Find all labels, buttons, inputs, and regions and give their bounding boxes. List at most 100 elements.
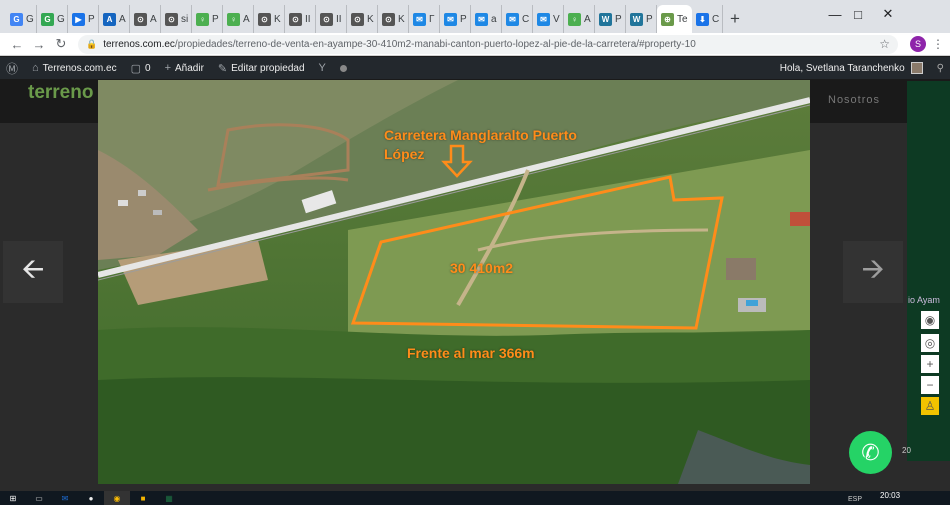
tab-title: P xyxy=(615,13,622,25)
wp-site-link[interactable]: ⌂ Terrenos.com.ec xyxy=(32,62,117,74)
browser-tab[interactable]: WP xyxy=(626,5,657,33)
browser-tab[interactable]: ⊙ K xyxy=(347,5,378,33)
wp-comments-link[interactable]: ▢ 0 xyxy=(131,62,151,75)
browser-tab[interactable]: ⊙ si xyxy=(161,5,192,33)
chrome-icon[interactable]: ◉ xyxy=(104,491,130,505)
browser-tab[interactable]: WP xyxy=(595,5,626,33)
task-view-icon[interactable]: ▭ xyxy=(26,491,52,505)
tab-title: II xyxy=(305,13,311,25)
tab-title: C xyxy=(712,13,720,25)
tab-favicon-icon: ⊕ xyxy=(661,12,674,26)
wp-logo-icon[interactable]: Ⓜ xyxy=(6,60,18,77)
tab-favicon-icon: ⊙ xyxy=(351,12,364,26)
map-globe-icon[interactable]: ◉ xyxy=(921,311,939,329)
search-icon[interactable]: ⚲ xyxy=(937,63,944,74)
yoast-icon[interactable]: Y xyxy=(319,62,326,74)
whatsapp-icon[interactable]: ✆ xyxy=(849,431,892,474)
reload-icon[interactable]: ↻ xyxy=(50,36,72,52)
browser-tab[interactable]: ✉ V xyxy=(533,5,564,33)
tab-favicon-icon: A xyxy=(103,12,116,26)
browser-tab[interactable]: ⊙ A xyxy=(130,5,161,33)
browser-tab[interactable]: ✉ Г xyxy=(409,5,440,33)
map-zoom-out-button[interactable]: − xyxy=(921,376,939,394)
map-zoom-in-button[interactable]: + xyxy=(921,355,939,373)
tab-favicon-icon: ⊙ xyxy=(289,12,302,26)
browser-tab[interactable]: ▶ P xyxy=(68,5,99,33)
tab-title: A xyxy=(584,13,591,25)
back-icon[interactable]: ← xyxy=(6,37,28,52)
tab-favicon-icon: ♀ xyxy=(227,12,240,26)
browser-tab[interactable]: ⊙ K xyxy=(254,5,285,33)
browser-tab[interactable]: GG xyxy=(37,5,68,33)
tab-favicon-icon: ⊙ xyxy=(258,12,271,26)
keyboard-language[interactable]: ESP xyxy=(848,496,862,503)
profile-avatar[interactable]: S xyxy=(910,36,926,52)
file-explorer-icon[interactable]: ■ xyxy=(130,491,156,505)
tab-favicon-icon: ⊙ xyxy=(165,12,178,26)
tab-title: K xyxy=(398,13,405,25)
next-image-button[interactable]: 🡪 xyxy=(843,241,903,303)
browser-tab[interactable]: ✉ a xyxy=(471,5,502,33)
new-tab-button[interactable]: + xyxy=(723,5,747,33)
tab-title: Te xyxy=(677,13,688,25)
prev-image-button[interactable]: 🡨 xyxy=(3,241,63,303)
tab-favicon-icon: ✉ xyxy=(444,12,457,26)
plus-icon: + xyxy=(164,62,171,74)
browser-menu-icon[interactable]: ⋮ xyxy=(932,37,944,51)
lock-icon: 🔒 xyxy=(86,38,98,49)
pegman-icon[interactable]: ♙ xyxy=(921,397,939,415)
tab-title: A xyxy=(243,13,250,25)
tab-title: C xyxy=(522,13,530,25)
frontage-label: Frente al mar 366m xyxy=(407,345,535,361)
wp-add-new-link[interactable]: + Añadir xyxy=(165,62,204,74)
bookmark-star-icon[interactable]: ☆ xyxy=(879,37,890,51)
wp-edit-link[interactable]: ✎ Editar propiedad xyxy=(218,62,305,75)
browser-tab[interactable]: ♀ A xyxy=(223,5,254,33)
browser-tab[interactable]: ⊙ II xyxy=(316,5,347,33)
browser-tab[interactable]: ♀ P xyxy=(192,5,223,33)
tab-favicon-icon: G xyxy=(10,12,23,26)
area-label: 30 410m2 xyxy=(450,260,514,276)
excel-icon[interactable]: ▦ xyxy=(156,491,182,505)
browser-tab[interactable]: ⬇ C xyxy=(692,5,723,33)
browser-tab[interactable]: AA xyxy=(99,5,130,33)
browser-tab[interactable]: ⊙ K xyxy=(378,5,409,33)
browser-tab[interactable]: ✉ C xyxy=(502,5,533,33)
nav-item-nosotros[interactable]: Nosotros xyxy=(828,94,880,106)
close-window-button[interactable]: ✕ xyxy=(868,0,908,28)
tab-title: a xyxy=(491,13,497,25)
map-place-label: io Ayam xyxy=(908,295,940,305)
map-location-icon[interactable]: ◎ xyxy=(921,334,939,352)
tab-title: P xyxy=(88,13,95,25)
start-icon[interactable]: ⊞ xyxy=(0,491,26,505)
browser-tab[interactable]: ♀ A xyxy=(564,5,595,33)
site-logo[interactable]: terreno xyxy=(28,82,93,104)
map-scale: 20 xyxy=(902,446,911,455)
browser-tab[interactable]: GG xyxy=(6,5,37,33)
tab-title: P xyxy=(460,13,467,25)
taskbar-clock[interactable]: 20:03 xyxy=(880,491,900,500)
tab-list: G G G G ▶ P A A ⊙ A ⊙ si ♀ P ♀ A ⊙ K ⊙ II ⊙ II ⊙ K ⊙ K ✉ Г ✉ P ✉ a ✉ C ✉ V ♀… xyxy=(6,5,723,33)
tab-favicon-icon: ✉ xyxy=(475,12,488,26)
tab-title: P xyxy=(646,13,653,25)
user-avatar[interactable] xyxy=(910,62,923,74)
outlook-icon[interactable]: ✉ xyxy=(52,491,78,505)
tab-title: II xyxy=(336,13,342,25)
browser-tab[interactable]: ✉ P xyxy=(440,5,471,33)
road-label-line1: Carretera Manglaralto Puerto xyxy=(384,127,577,143)
wp-user-greeting[interactable]: Hola, Svetlana Taranchenko xyxy=(780,63,905,74)
app-icon[interactable]: ● xyxy=(78,491,104,505)
browser-tab[interactable]: ⊕Te✕ xyxy=(657,5,692,33)
tab-strip: G G G G ▶ P A A ⊙ A ⊙ si ♀ P ♀ A ⊙ K ⊙ II ⊙ II ⊙ K ⊙ K ✉ Г ✉ P ✉ a ✉ C ✉ V ♀… xyxy=(0,0,950,33)
comment-icon: ▢ xyxy=(130,62,141,75)
browser-tab[interactable]: ⊙ II xyxy=(285,5,316,33)
tab-favicon-icon: ⬇ xyxy=(696,12,709,26)
address-bar[interactable]: 🔒 terrenos.com.ec /propiedades/terreno-d… xyxy=(78,34,898,54)
wp-add-label: Añadir xyxy=(175,62,204,74)
tab-favicon-icon: ⊙ xyxy=(382,12,395,26)
tab-favicon-icon: G xyxy=(41,12,54,26)
tab-favicon-icon: W xyxy=(630,12,643,26)
home-icon: ⌂ xyxy=(32,62,39,74)
tab-title: V xyxy=(553,13,560,25)
forward-icon[interactable]: → xyxy=(28,37,50,52)
